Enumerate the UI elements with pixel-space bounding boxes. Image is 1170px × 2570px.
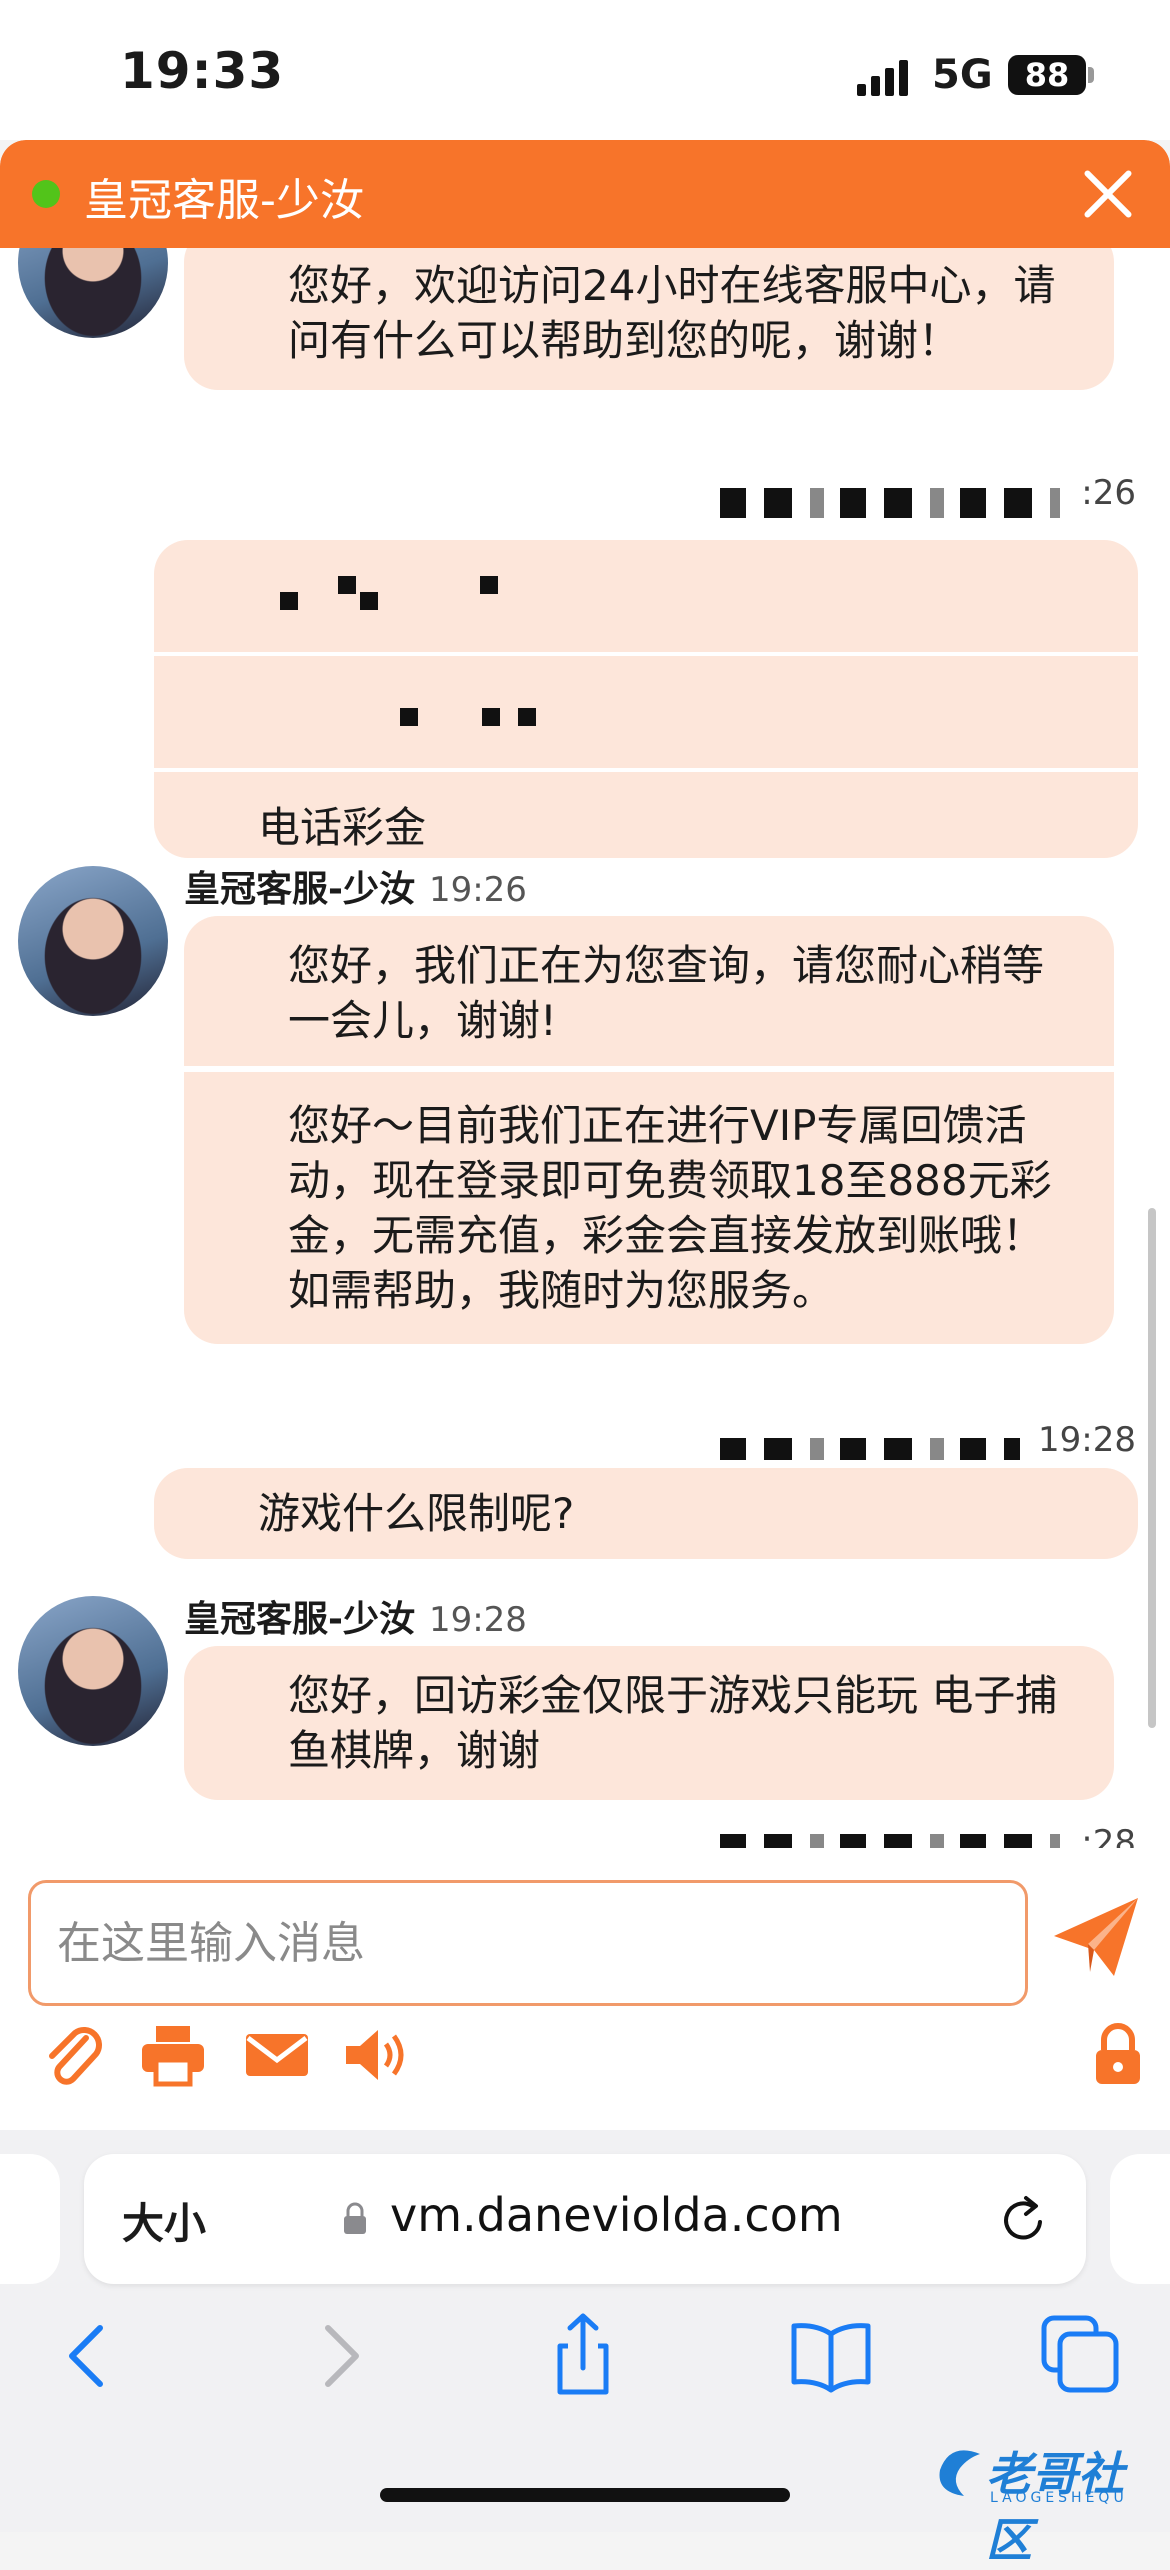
agent-message: 您好，欢迎访问24小时在线客服中心，请问有什么可以帮助到您的呢，谢谢！ <box>184 248 1114 390</box>
envelope-icon[interactable] <box>242 2020 312 2090</box>
address-bar[interactable]: 大小 vm.daneviolda.com <box>84 2154 1086 2284</box>
signal-icon <box>857 60 908 96</box>
agent-name: 皇冠客服-少汝 <box>184 869 415 910</box>
back-icon[interactable] <box>44 2310 134 2400</box>
message-list[interactable]: 您好，欢迎访问24小时在线客服中心，请问有什么可以帮助到您的呢，谢谢！ :26 … <box>0 248 1170 1848</box>
masked-username <box>720 1834 1060 1848</box>
agent-avatar <box>18 866 168 1016</box>
battery-level: 88 <box>1008 55 1086 95</box>
masked-username <box>720 1438 1020 1460</box>
speaker-icon[interactable] <box>340 2020 410 2090</box>
masked-segment <box>154 540 1138 652</box>
chat-header: 皇冠客服-少汝 <box>0 140 1170 248</box>
user-message-text: 电话彩金 <box>154 768 1138 858</box>
agent-message: 您好～目前我们正在进行VIP专属回馈活动，现在登录即可免费领取18至888元彩金… <box>184 1072 1114 1344</box>
agent-time: 19:26 <box>428 870 527 910</box>
user-message: 游戏什么限制呢? <box>154 1468 1138 1559</box>
masked-segment <box>154 652 1138 768</box>
message-time: :26 <box>1081 473 1136 513</box>
previous-tab-edge[interactable] <box>0 2154 60 2284</box>
reload-icon[interactable] <box>996 2192 1052 2248</box>
agent-name-line: 皇冠客服-少汝 19:28 <box>184 1590 527 1642</box>
watermark-logo: 老哥社区 LAOGESHEQU <box>930 2436 1160 2567</box>
agent-avatar <box>18 1596 168 1746</box>
message-time: 19:28 <box>1038 1420 1136 1460</box>
lock-icon[interactable] <box>1088 2020 1148 2090</box>
text-size-label: 大小 <box>122 2199 207 2248</box>
agent-time: 19:28 <box>428 1600 527 1640</box>
url-text[interactable]: vm.daneviolda.com <box>390 2188 843 2242</box>
bookmarks-icon[interactable] <box>786 2310 876 2400</box>
tabs-icon[interactable] <box>1034 2310 1124 2400</box>
send-icon[interactable] <box>1050 1892 1142 1982</box>
watermark-subtext: LAOGESHEQU <box>990 2490 1128 2506</box>
chat-toolbar <box>0 2020 1170 2120</box>
paperclip-icon[interactable] <box>38 2020 108 2090</box>
agent-message: 您好，回访彩金仅限于游戏只能玩 电子捕鱼棋牌，谢谢 <box>184 1646 1114 1800</box>
network-type: 5G <box>932 52 993 98</box>
battery-tip <box>1088 67 1094 83</box>
chat-window: 皇冠客服-少汝 您好，欢迎访问24小时在线客服中心，请问有什么可以帮助到您的呢，… <box>0 140 1170 2130</box>
agent-name-line: 皇冠客服-少汝 19:26 <box>184 860 527 912</box>
masked-username <box>720 488 1060 518</box>
secure-lock-icon <box>344 2202 366 2234</box>
dragon-icon <box>939 2450 980 2496</box>
share-icon[interactable] <box>538 2310 628 2400</box>
message-input-box[interactable] <box>28 1880 1028 2006</box>
agent-name: 皇冠客服-少汝 <box>184 1599 415 1640</box>
message-input[interactable] <box>31 1883 1025 2003</box>
chat-title: 皇冠客服-少汝 <box>84 175 364 226</box>
status-time: 19:33 <box>120 42 285 100</box>
message-time: :28 <box>1081 1823 1136 1848</box>
printer-icon[interactable] <box>138 2020 208 2090</box>
agent-message: 您好，我们正在为您查询，请您耐心稍等一会儿，谢谢! <box>184 916 1114 1070</box>
status-bar: 19:33 5G 88 <box>0 0 1170 140</box>
scrollbar[interactable] <box>1148 1208 1156 1728</box>
close-icon[interactable] <box>1080 166 1136 222</box>
home-indicator[interactable] <box>380 2488 790 2502</box>
forward-icon[interactable] <box>294 2310 384 2400</box>
agent-avatar <box>18 248 168 338</box>
next-tab-edge[interactable] <box>1110 2154 1170 2284</box>
text-size-button[interactable]: 大小 <box>122 2190 206 2251</box>
online-status-icon <box>32 180 60 208</box>
user-message-group: 电话彩金 <box>154 540 1138 858</box>
browser-toolbar <box>0 2310 1170 2430</box>
